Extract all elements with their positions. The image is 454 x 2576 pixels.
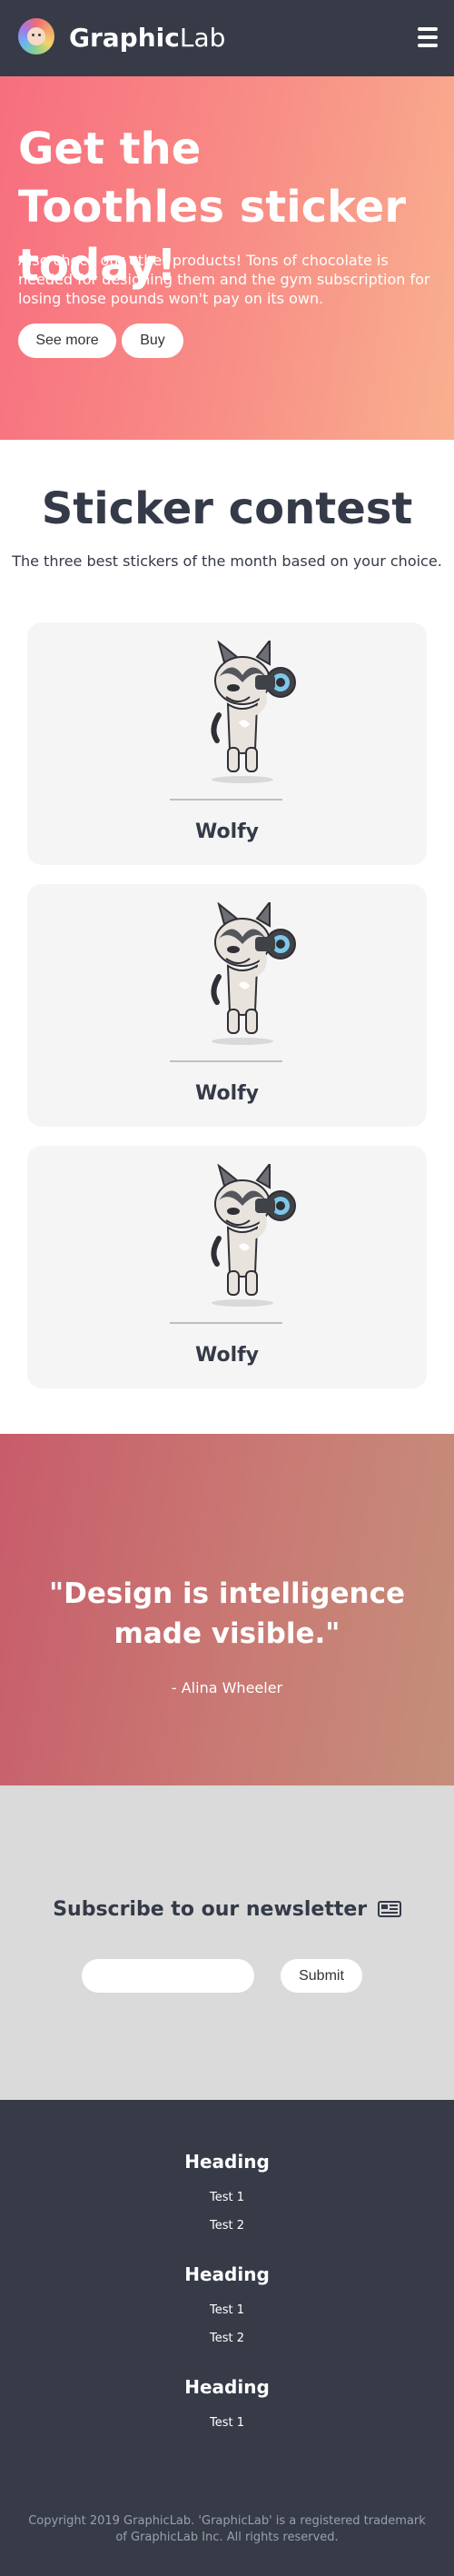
newsletter-email-input[interactable] (82, 1959, 254, 1993)
newsletter-title: Subscribe to our newsletter (0, 1898, 454, 1921)
sticker-card[interactable]: Wolfy (27, 1146, 427, 1388)
contest-title: Sticker contest (41, 483, 413, 534)
husky-sticker-image (186, 1161, 304, 1309)
footer-link[interactable]: Test 1 (0, 2416, 454, 2430)
footer-link[interactable]: Test 2 (0, 2219, 454, 2233)
newsletter-section: Subscribe to our newsletter Submit (0, 1785, 454, 2100)
brand-name[interactable]: GraphicLab (69, 20, 225, 56)
husky-sticker-image (186, 900, 304, 1048)
footer-link[interactable]: Test 1 (0, 2191, 454, 2204)
logo-avatar-icon[interactable] (18, 18, 54, 55)
card-divider (170, 1322, 282, 1324)
see-more-button[interactable]: See more (18, 323, 116, 358)
quote-text: "Design is intelligence made visible." (48, 1577, 405, 1650)
quote-section: "Design is intelligence made visible." -… (0, 1434, 454, 1785)
newspaper-icon (377, 1901, 401, 1917)
footer: Heading Test 1 Test 2 Heading Test 1 Tes… (0, 2100, 454, 2576)
footer-link[interactable]: Test 1 (0, 2303, 454, 2317)
card-divider (170, 1060, 282, 1062)
footer-heading: Heading (184, 2151, 270, 2173)
sticker-name: Wolfy (194, 1344, 260, 1367)
sticker-name: Wolfy (194, 821, 260, 843)
sticker-card[interactable]: Wolfy (27, 622, 427, 865)
submit-button[interactable]: Submit (281, 1959, 362, 1993)
copyright-text: Copyright 2019 GraphicLab. 'GraphicLab' … (28, 2514, 426, 2544)
footer-heading: Heading (184, 2263, 270, 2285)
buy-button[interactable]: Buy (122, 323, 183, 358)
footer-heading: Heading (184, 2376, 270, 2398)
contest-subtitle: The three best stickers of the month bas… (12, 552, 442, 570)
sticker-card[interactable]: Wolfy (27, 884, 427, 1127)
brand-bold: Graphic (69, 23, 180, 53)
quote-author: - Alina Wheeler (171, 1679, 283, 1696)
footer-link[interactable]: Test 2 (0, 2332, 454, 2345)
sticker-name: Wolfy (194, 1082, 260, 1105)
hero-text: Also check our other products! Tons of c… (18, 252, 430, 307)
hamburger-menu-icon[interactable] (418, 27, 438, 47)
top-navbar: GraphicLab (0, 0, 454, 76)
card-divider (170, 799, 282, 801)
brand-light: Lab (179, 23, 226, 53)
hero-section: Get the Toothles sticker today! Also che… (0, 76, 454, 440)
husky-sticker-image (186, 638, 304, 786)
newsletter-title-text: Subscribe to our newsletter (53, 1898, 368, 1921)
